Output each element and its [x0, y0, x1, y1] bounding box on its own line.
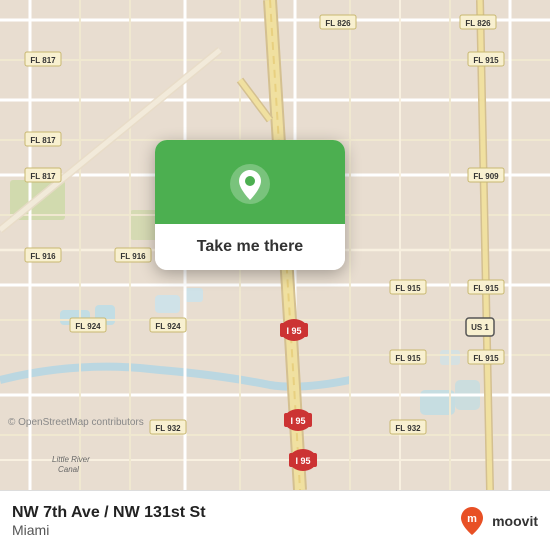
svg-text:m: m [467, 513, 477, 525]
copyright-text: © OpenStreetMap contributors [8, 417, 144, 428]
bottom-bar: NW 7th Ave / NW 131st St Miami m moovit [0, 490, 550, 550]
moovit-logo: m moovit [456, 505, 538, 537]
popup-card: Take me there [155, 140, 345, 270]
svg-text:I 95: I 95 [295, 456, 310, 466]
bottom-location: NW 7th Ave / NW 131st St Miami m moovit [12, 504, 538, 538]
svg-text:FL 915: FL 915 [473, 56, 499, 65]
svg-text:FL 915: FL 915 [395, 284, 421, 293]
svg-text:FL 909: FL 909 [473, 172, 499, 181]
svg-text:FL 915: FL 915 [473, 284, 499, 293]
svg-text:FL 924: FL 924 [75, 322, 101, 331]
svg-text:FL 826: FL 826 [465, 19, 491, 28]
location-pin-icon [228, 162, 272, 206]
svg-text:FL 915: FL 915 [395, 354, 421, 363]
moovit-brand-text: moovit [492, 513, 538, 529]
location-city: Miami [12, 522, 446, 538]
svg-text:FL 817: FL 817 [30, 56, 56, 65]
svg-text:I 95: I 95 [290, 416, 305, 426]
svg-text:FL 826: FL 826 [325, 19, 351, 28]
svg-text:FL 916: FL 916 [120, 252, 146, 261]
svg-text:Canal: Canal [58, 465, 79, 474]
popup-green-area [155, 140, 345, 224]
svg-text:FL 916: FL 916 [30, 252, 56, 261]
map-container: FL 817 FL 817 FL 817 FL 826 FL 826 FL 91… [0, 0, 550, 490]
svg-text:I 95: I 95 [286, 326, 301, 336]
location-text-block: NW 7th Ave / NW 131st St Miami [12, 504, 446, 538]
svg-text:FL 915: FL 915 [473, 354, 499, 363]
location-name: NW 7th Ave / NW 131st St [12, 504, 446, 522]
take-me-there-button[interactable]: Take me there [155, 224, 345, 270]
svg-text:FL 817: FL 817 [30, 172, 56, 181]
svg-text:FL 932: FL 932 [155, 424, 181, 433]
moovit-brand-icon: m [456, 505, 488, 537]
svg-text:Little River: Little River [52, 455, 90, 464]
svg-text:FL 924: FL 924 [155, 322, 181, 331]
svg-text:FL 932: FL 932 [395, 424, 421, 433]
svg-text:FL 817: FL 817 [30, 136, 56, 145]
svg-text:US 1: US 1 [471, 323, 489, 332]
